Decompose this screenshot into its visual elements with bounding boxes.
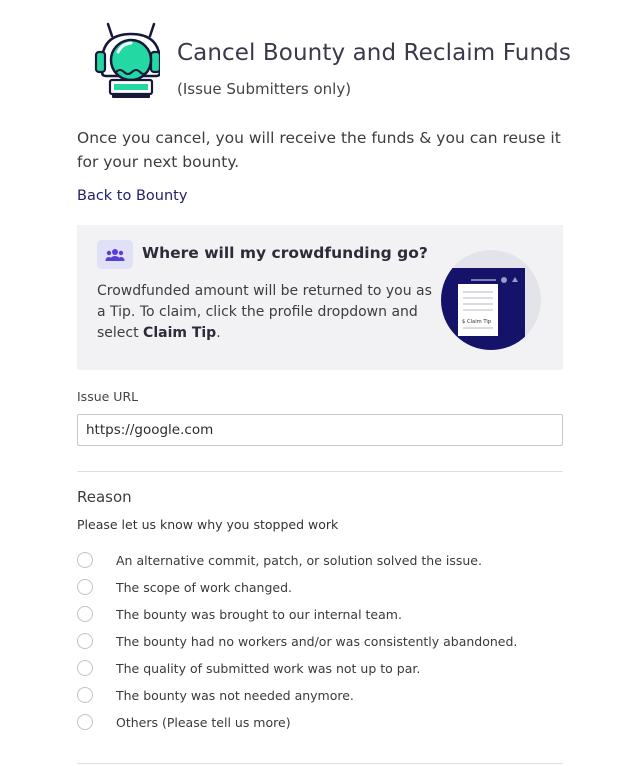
reason-option-label: The bounty was brought to our internal t… <box>116 606 402 622</box>
reason-option-no-workers[interactable]: The bounty had no workers and/or was con… <box>77 630 563 652</box>
page-title: Cancel Bounty and Reclaim Funds <box>177 40 571 66</box>
info-text-end: . <box>216 325 221 341</box>
gitcoin-logo-icon <box>94 22 162 102</box>
intro-text: Once you cancel, you will receive the fu… <box>77 129 561 171</box>
radio-button[interactable] <box>77 579 93 595</box>
radio-button[interactable] <box>77 660 93 676</box>
reason-option-label: The quality of submitted work was not up… <box>116 660 421 676</box>
reason-option-others[interactable]: Others (Please tell us more) <box>77 711 563 733</box>
claim-tip-emphasis: Claim Tip <box>143 325 217 341</box>
reason-title: Reason <box>77 488 132 506</box>
claim-tip-illustration: $ Claim Tip <box>441 250 541 350</box>
radio-button[interactable] <box>77 633 93 649</box>
illustration-label: $ Claim Tip <box>462 319 492 325</box>
section-divider <box>77 471 563 472</box>
info-title: Where will my crowdfunding go? <box>142 244 428 262</box>
radio-button[interactable] <box>77 687 93 703</box>
reason-option-label: An alternative commit, patch, or solutio… <box>116 552 482 568</box>
reason-option-not-needed[interactable]: The bounty was not needed anymore. <box>77 684 563 706</box>
radio-button[interactable] <box>77 714 93 730</box>
back-to-bounty-link[interactable]: Back to Bounty <box>77 188 187 204</box>
page-subtitle: (Issue Submitters only) <box>177 80 352 98</box>
reason-option-internal-team[interactable]: The bounty was brought to our internal t… <box>77 603 563 625</box>
radio-button[interactable] <box>77 552 93 568</box>
reason-option-label: Others (Please tell us more) <box>116 714 291 730</box>
info-text: Crowdfunded amount will be returned to y… <box>97 281 437 344</box>
users-icon <box>97 240 133 269</box>
reason-option-alternative-solution[interactable]: An alternative commit, patch, or solutio… <box>77 549 563 571</box>
reason-option-label: The bounty had no workers and/or was con… <box>116 633 518 649</box>
radio-button[interactable] <box>77 606 93 622</box>
reason-option-scope-changed[interactable]: The scope of work changed. <box>77 576 563 598</box>
reason-option-label: The bounty was not needed anymore. <box>116 687 354 703</box>
bottom-divider <box>77 763 563 764</box>
issue-url-label: Issue URL <box>77 389 139 404</box>
reason-option-label: The scope of work changed. <box>116 579 293 595</box>
reason-subtitle: Please let us know why you stopped work <box>77 517 339 532</box>
issue-url-input[interactable] <box>77 414 563 446</box>
reason-option-quality[interactable]: The quality of submitted work was not up… <box>77 657 563 679</box>
